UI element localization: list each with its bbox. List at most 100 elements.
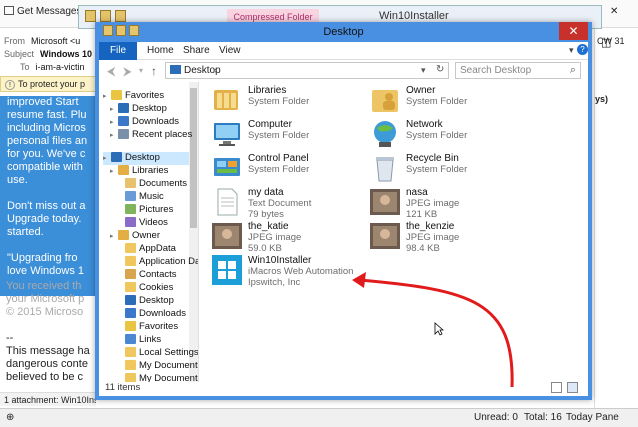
forward-arrow-icon[interactable]: ⮞: [123, 64, 132, 79]
up-arrow-icon[interactable]: ↑: [151, 64, 157, 78]
nav-item[interactable]: Videos: [117, 217, 189, 230]
search-input[interactable]: Search Desktop ⌕: [455, 62, 581, 79]
expand-chevron-icon[interactable]: ▸: [103, 92, 111, 100]
file-item[interactable]: Network System Folder: [369, 118, 529, 152]
nav-item[interactable]: Downloads: [117, 308, 189, 321]
expand-chevron-icon[interactable]: ▸: [110, 232, 118, 240]
nav-item[interactable]: Pictures: [117, 204, 189, 217]
today-pane-toggle[interactable]: Today Pane: [566, 412, 619, 423]
address-bar[interactable]: Desktop › ▾ ↻: [165, 62, 449, 79]
nav-item[interactable]: AppData: [117, 243, 189, 256]
pictures-icon: [125, 204, 136, 214]
week-number: CW 31: [597, 36, 625, 46]
expand-chevron-icon[interactable]: ▸: [103, 154, 111, 162]
file-item[interactable]: Owner System Folder: [369, 84, 529, 118]
subject-row: Subject Windows 10: [4, 49, 92, 59]
file-item[interactable]: Recycle Bin System Folder: [369, 152, 529, 186]
nav-item[interactable]: Music: [117, 191, 189, 204]
nav-item-label: Favorites: [125, 90, 165, 101]
file-type: JPEG image: [406, 232, 460, 243]
nav-item[interactable]: Cookies: [117, 282, 189, 295]
expand-ribbon-icon[interactable]: ▾: [569, 45, 574, 56]
refresh-icon[interactable]: ↻: [436, 64, 444, 75]
file-item[interactable]: the_kenzie JPEG image 98.4 KB: [369, 220, 529, 254]
nav-item-label: Local Settings: [139, 347, 199, 358]
email-paragraph: "Upgrading fro love Windows 1: [7, 252, 85, 277]
from-value[interactable]: Microsoft <u: [31, 36, 80, 46]
chevron-down-icon[interactable]: ▾: [421, 65, 426, 76]
nav-item[interactable]: ▸ Desktop: [103, 152, 189, 165]
file-item[interactable]: Control Panel System Folder: [211, 152, 371, 186]
nav-item-label: Downloads: [139, 308, 186, 319]
nav-item[interactable]: ▸ Libraries: [110, 165, 189, 178]
scrollbar-thumb[interactable]: [190, 88, 197, 228]
nav-item[interactable]: Local Settings: [117, 347, 198, 360]
expand-chevron-icon[interactable]: ▸: [110, 131, 118, 139]
tab-share[interactable]: Share: [183, 45, 210, 56]
nav-item[interactable]: ▸ Favorites: [103, 90, 189, 103]
properties-icon[interactable]: [100, 10, 111, 22]
to-value[interactable]: i-am-a-victin: [36, 62, 85, 72]
nav-item[interactable]: ▸ Desktop: [110, 103, 189, 116]
nav-item[interactable]: My Documents: [117, 360, 198, 373]
expand-chevron-icon[interactable]: ▸: [110, 105, 118, 113]
recycle-bin-icon: [369, 152, 401, 184]
back-arrow-icon[interactable]: ⮜: [107, 64, 116, 79]
expand-chevron-icon[interactable]: ▸: [110, 167, 118, 175]
attachment-bar[interactable]: 1 attachment: Win10Installer.zip: [0, 392, 96, 406]
libraries-icon: [211, 84, 243, 116]
file-item[interactable]: the_katie JPEG image 59.0 KB: [211, 220, 371, 254]
explorer-titlebar[interactable]: Desktop ✕: [95, 22, 592, 42]
nav-item[interactable]: ▸ Owner: [110, 230, 189, 243]
details-view-icon[interactable]: [551, 382, 562, 393]
contacts-icon: [125, 269, 136, 279]
file-item[interactable]: Libraries System Folder: [211, 84, 371, 118]
nav-item[interactable]: Application Da: [117, 256, 198, 269]
documents-icon: [125, 178, 136, 188]
remote-content-warning[interactable]: ! To protect your p: [0, 76, 96, 92]
nav-item[interactable]: Desktop: [117, 295, 189, 308]
from-row: From Microsoft <u: [4, 36, 80, 46]
help-icon[interactable]: ?: [577, 44, 588, 55]
email-paragraph: Don't miss out a Upgrade today. started.: [7, 200, 86, 238]
tab-home[interactable]: Home: [147, 45, 174, 56]
nav-item[interactable]: Favorites: [117, 321, 189, 334]
close-button[interactable]: ✕: [559, 22, 588, 40]
nav-scrollbar[interactable]: [189, 82, 198, 382]
file-item[interactable]: Win10Installer iMacros Web Automation Ipsw…: [211, 254, 371, 288]
side-pane-text: ys): [595, 94, 609, 104]
nav-item-label: Favorites: [139, 321, 179, 332]
file-item[interactable]: nasa JPEG image 121 KB: [369, 186, 529, 220]
tab-view[interactable]: View: [219, 45, 241, 56]
file-item[interactable]: my data Text Document 79 bytes: [211, 186, 371, 220]
tab-file[interactable]: File: [99, 42, 137, 60]
desktop-icon: [125, 295, 136, 305]
email-paragraph: improved Start resume fast. Plu includin…: [7, 96, 88, 186]
nav-item[interactable]: Contacts: [117, 269, 189, 282]
new-folder-icon[interactable]: [115, 10, 126, 22]
file-item[interactable]: Computer System Folder: [211, 118, 371, 152]
desktop-icon: [118, 103, 129, 113]
nav-item-label: Links: [139, 334, 162, 345]
image-thumb-icon: [211, 220, 243, 252]
nav-item[interactable]: ▸ Downloads: [110, 116, 189, 129]
file-name: Owner: [406, 85, 436, 96]
search-icon[interactable]: ⌕: [570, 64, 576, 77]
file-name: Control Panel: [248, 153, 309, 164]
nav-item-label: Application Da: [139, 256, 199, 267]
expand-chevron-icon[interactable]: ▸: [110, 118, 118, 126]
file-name: the_katie: [248, 221, 289, 232]
folder-icon[interactable]: [85, 10, 96, 22]
navigation-pane: ▸ Favorites ▸ Desktop ▸ Downloads ▸ Recent plac…: [99, 82, 199, 382]
chevron-right-icon[interactable]: ›: [214, 65, 217, 75]
online-icon: ⊕: [6, 412, 15, 423]
nav-item[interactable]: Links: [117, 334, 189, 347]
nav-item[interactable]: Documents: [117, 178, 189, 191]
nav-item[interactable]: ▸ Recent places: [110, 129, 192, 142]
desktop-icon: [111, 152, 122, 162]
recent-locations-icon[interactable]: ▾: [139, 66, 143, 75]
close-icon[interactable]: ✕: [610, 6, 618, 17]
nav-item-label: My Documents: [139, 360, 199, 371]
large-icons-view-icon[interactable]: [567, 382, 578, 393]
videos-icon: [125, 217, 136, 227]
